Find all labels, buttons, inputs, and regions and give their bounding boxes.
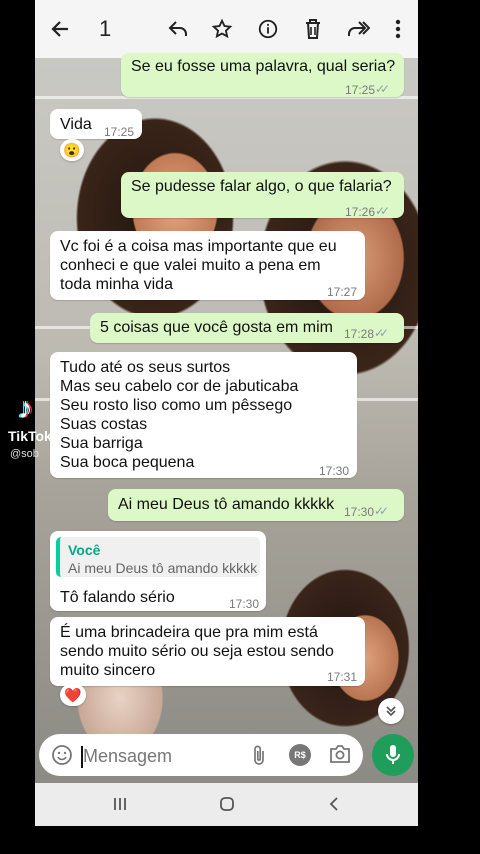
home-icon[interactable] xyxy=(212,792,242,816)
reply-icon[interactable] xyxy=(163,14,193,44)
tiktok-watermark: ♪ TikTok @sob xyxy=(6,392,52,464)
message-bubble-outgoing[interactable]: Se eu fosse uma palavra, qual seria? 17:… xyxy=(121,53,404,97)
quoted-text: Ai meu Deus tô amando kkkkk xyxy=(68,560,258,576)
message-time: 17:30 xyxy=(229,597,260,611)
message-text: Se eu fosse uma palavra, qual seria? xyxy=(131,58,396,75)
selected-count: 1 xyxy=(99,16,112,41)
camera-icon[interactable] xyxy=(329,744,351,769)
heart-reaction-icon[interactable]: ❤️ xyxy=(60,684,86,706)
more-icon[interactable] xyxy=(383,14,413,44)
message-text: É uma brincadeira que pra mim está sendo… xyxy=(60,624,334,679)
message-text: Ai meu Deus tô amando kkkkk xyxy=(118,496,335,513)
back-icon[interactable] xyxy=(319,792,349,816)
read-receipt-icon: ✓✓ xyxy=(375,82,390,96)
message-text: 5 coisas que você gosta em mim xyxy=(100,319,333,336)
message-bubble-outgoing[interactable]: 5 coisas que você gosta em mim 17:28 ✓✓ xyxy=(90,313,404,343)
selection-toolbar: 1 xyxy=(35,0,418,58)
attach-icon[interactable] xyxy=(252,743,266,772)
watermark-handle: @sob xyxy=(10,448,39,460)
info-icon[interactable] xyxy=(253,14,283,44)
emoji-icon[interactable] xyxy=(51,744,73,771)
emoji-reply: 😮 xyxy=(60,139,84,161)
quoted-message[interactable]: Você Ai meu Deus tô amando kkkkk xyxy=(56,537,260,577)
quoted-sender: Você xyxy=(68,542,101,558)
message-bubble-incoming[interactable]: Vc foi é a coisa mas importante que eu c… xyxy=(50,231,365,300)
message-placeholder: Mensagem xyxy=(83,746,173,766)
message-bubble-outgoing[interactable]: Ai meu Deus tô amando kkkkk 17:30 ✓✓ xyxy=(108,489,404,521)
star-icon[interactable] xyxy=(207,14,237,44)
message-composer: Mensagem R$ xyxy=(35,730,418,782)
message-text: Se pudesse falar algo, o que falaria? xyxy=(131,178,392,195)
message-time: 17:31 xyxy=(327,670,358,684)
message-bubble-incoming[interactable]: Tudo até os seus surtos Mas seu cabelo c… xyxy=(50,352,357,478)
read-receipt-icon: ✓✓ xyxy=(375,204,390,218)
message-bubble-incoming[interactable]: É uma brincadeira que pra mim está sendo… xyxy=(50,617,365,686)
tiktok-logo-icon: ♪ xyxy=(18,392,33,425)
message-text: Tô falando sério xyxy=(60,589,175,606)
watermark-brand: TikTok xyxy=(8,428,52,444)
message-time: 17:30 xyxy=(344,505,375,519)
message-bubble-incoming[interactable]: Vida 17:25 xyxy=(50,109,142,139)
message-time: 17:25 xyxy=(345,83,376,97)
phone-screen: 1 Se eu fosse uma palavra, qual seria? 1… xyxy=(35,0,418,826)
message-text: Vida xyxy=(60,116,92,133)
system-nav-bar xyxy=(35,783,418,826)
payment-icon[interactable]: R$ xyxy=(289,744,311,766)
back-arrow-icon[interactable] xyxy=(45,14,75,44)
message-time: 17:28 xyxy=(344,327,375,341)
delete-icon[interactable] xyxy=(298,14,328,44)
forward-icon[interactable] xyxy=(343,14,373,44)
read-receipt-icon: ✓✓ xyxy=(374,504,389,518)
message-bubble-incoming-reply[interactable]: Você Ai meu Deus tô amando kkkkk Tô fala… xyxy=(50,531,266,611)
message-time: 17:26 xyxy=(345,205,376,219)
message-text: Tudo até os seus surtos Mas seu cabelo c… xyxy=(60,359,299,471)
message-text: Vc foi é a coisa mas importante que eu c… xyxy=(60,238,337,293)
mic-button[interactable] xyxy=(372,734,414,776)
recents-icon[interactable] xyxy=(105,792,135,816)
message-time: 17:30 xyxy=(319,464,350,478)
read-receipt-icon: ✓✓ xyxy=(374,326,389,340)
message-time: 17:27 xyxy=(327,285,358,299)
scroll-down-button[interactable] xyxy=(378,698,404,724)
message-bubble-outgoing[interactable]: Se pudesse falar algo, o que falaria? 17… xyxy=(121,172,404,219)
message-time: 17:25 xyxy=(104,125,135,139)
message-input[interactable]: Mensagem R$ xyxy=(39,734,363,776)
mic-icon xyxy=(386,745,400,764)
